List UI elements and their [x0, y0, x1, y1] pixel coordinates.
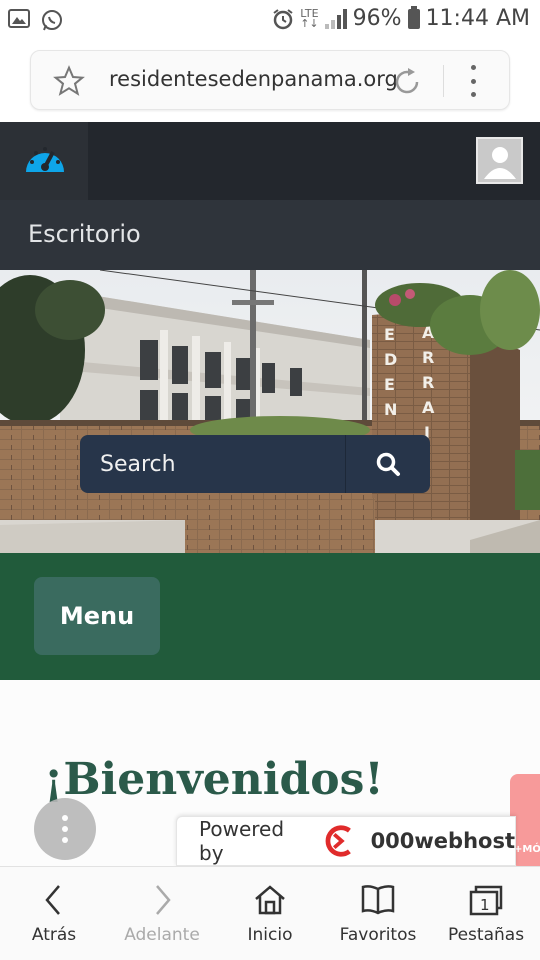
menu-band: Menu	[0, 553, 540, 680]
nav-forward-label: Adelante	[124, 925, 200, 945]
breadcrumb-bar: Escritorio	[0, 200, 540, 270]
user-icon	[484, 147, 516, 179]
clock: 11:44 AM	[425, 6, 530, 31]
speedometer-icon	[26, 147, 64, 172]
search-input[interactable]: Search	[80, 435, 346, 493]
signal-icon	[324, 8, 347, 29]
hosting-banner[interactable]: Powered by 000webhost	[176, 816, 516, 866]
nav-back[interactable]: Atrás	[0, 867, 108, 960]
svg-text:N: N	[384, 400, 397, 419]
address-bar[interactable]: residentesedenpanama.org	[30, 50, 510, 110]
user-avatar[interactable]	[476, 137, 523, 184]
hero-image: EDEN ARRAI Search	[0, 270, 540, 553]
gallery-icon	[8, 9, 30, 28]
floating-menu-button[interactable]	[34, 798, 96, 860]
nav-tabs[interactable]: 1 Pestañas	[432, 867, 540, 960]
whatsapp-icon	[42, 10, 62, 31]
menu-button[interactable]: Menu	[34, 577, 160, 655]
nav-bookmarks-label: Favoritos	[339, 925, 417, 945]
back-arrow-icon	[45, 885, 60, 915]
search-button[interactable]	[346, 435, 430, 493]
site-header	[0, 122, 540, 200]
forward-arrow-icon	[156, 885, 171, 915]
nav-tabs-label: Pestañas	[447, 925, 525, 945]
page-title[interactable]: Escritorio	[28, 220, 141, 248]
powered-by-text: Powered by	[199, 817, 285, 865]
nav-forward[interactable]: Adelante	[108, 867, 216, 960]
browser-bottom-nav: Atrás Adelante Inicio Favoritos 1 Pestañ…	[0, 866, 540, 960]
battery-percent: 96%	[352, 6, 402, 31]
url-text[interactable]: residentesedenpanama.org	[109, 67, 407, 91]
building-photo: EDEN ARRAI	[0, 270, 540, 553]
search-bar: Search	[80, 435, 430, 493]
bookmarks-icon	[361, 885, 395, 915]
star-bookmark-icon[interactable]	[53, 65, 85, 97]
main-content: ¡Bienvenidos! +MÓ Powered by 000webhost	[0, 680, 540, 866]
svg-text:D: D	[384, 350, 397, 369]
welcome-heading: ¡Bienvenidos!	[44, 754, 384, 805]
svg-text:E: E	[384, 375, 395, 394]
browser-toolbar: residentesedenpanama.org	[0, 40, 540, 122]
alarm-icon	[273, 8, 293, 29]
svg-text:E: E	[384, 325, 395, 344]
tab-count: 1	[480, 896, 490, 914]
nav-back-label: Atrás	[31, 925, 77, 945]
dashboard-logo-button[interactable]	[0, 122, 88, 200]
network-type: LTE ↑↓	[300, 6, 319, 30]
reload-icon[interactable]	[391, 66, 423, 98]
status-bar: LTE ↑↓ 96% 11:44 AM	[0, 0, 540, 40]
svg-text:A: A	[422, 398, 435, 417]
nav-home-label: Inicio	[247, 925, 293, 945]
battery-icon	[407, 5, 420, 29]
nav-home[interactable]: Inicio	[216, 867, 324, 960]
divider	[443, 65, 444, 97]
brand-name: 000webhost	[370, 829, 515, 853]
svg-text:R: R	[422, 348, 434, 367]
nav-bookmarks[interactable]: Favoritos	[324, 867, 432, 960]
tabs-icon: 1	[469, 885, 503, 916]
search-icon	[376, 452, 400, 476]
webhost-logo-icon	[325, 825, 351, 857]
home-icon	[255, 885, 285, 915]
more-options-icon[interactable]	[467, 65, 479, 97]
side-ad-text: +MÓ	[514, 844, 540, 855]
svg-text:R: R	[422, 373, 434, 392]
